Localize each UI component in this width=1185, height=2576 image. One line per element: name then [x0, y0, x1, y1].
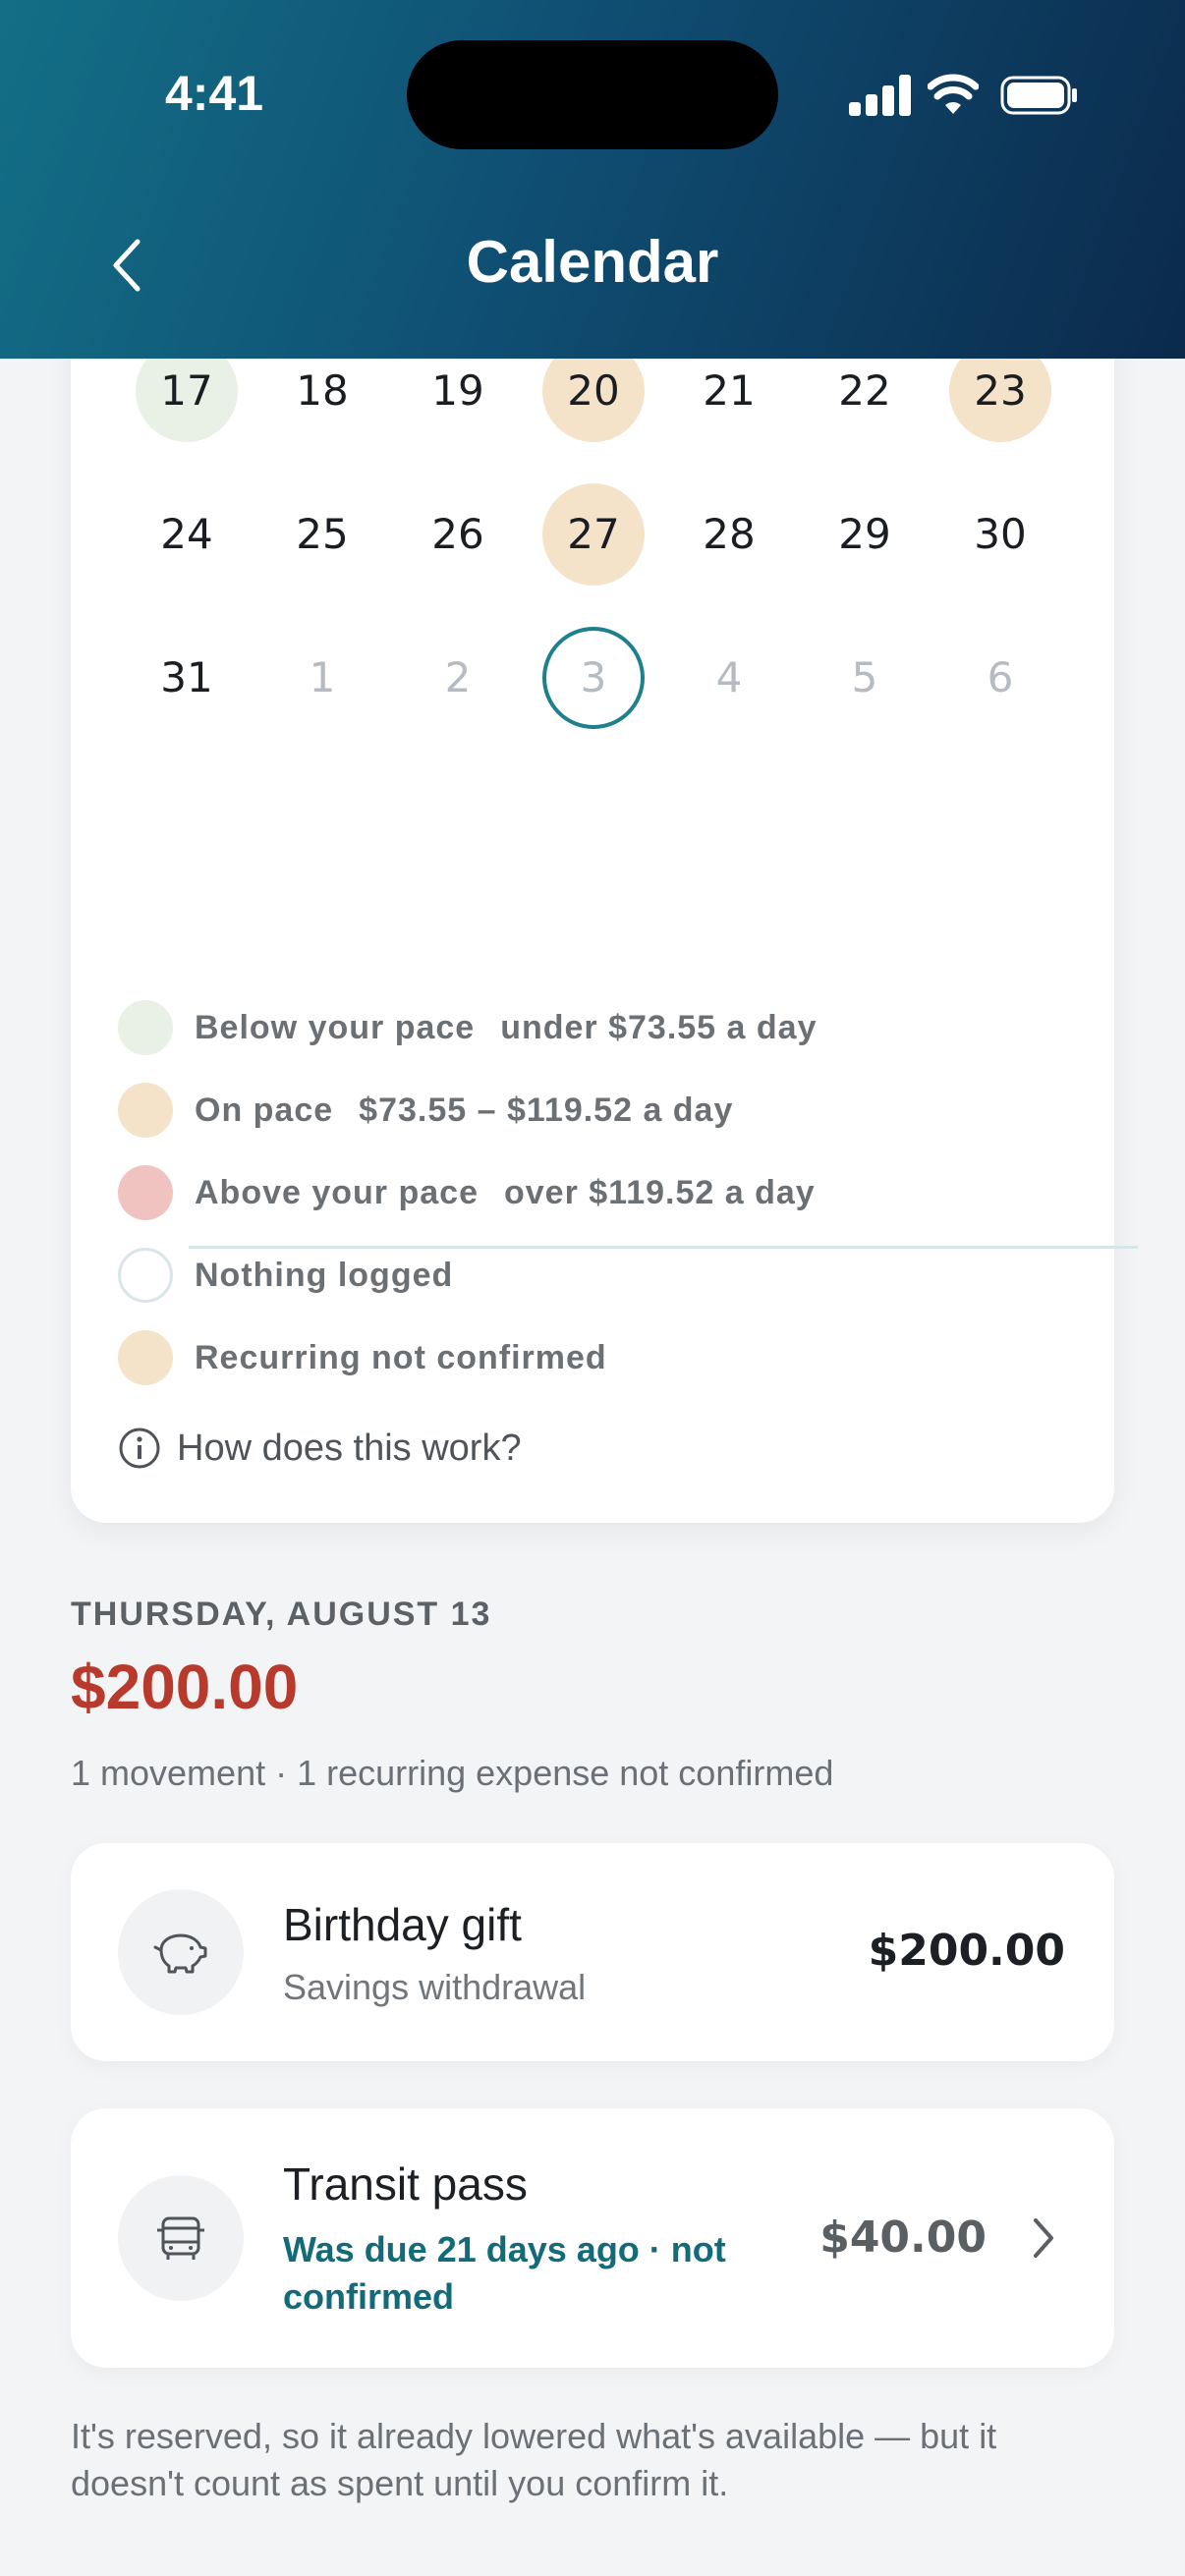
transaction-title: Transit pass [283, 2158, 528, 2210]
calendar-day-30[interactable]: 30 [949, 483, 1051, 586]
transaction-amount: $40.00 [819, 2212, 987, 2263]
legend-label: Above your pace [195, 1173, 479, 1211]
legend-item-none: Nothing logged [118, 1248, 453, 1303]
transaction-amount: $200.00 [868, 1926, 1065, 1976]
legend-item-above: Above your pace over $119.52 a day [118, 1165, 816, 1220]
transaction-card-birthday-gift[interactable]: Birthday gift Savings withdrawal $200.00 [71, 1843, 1114, 2061]
transaction-card-transit-pass[interactable]: Transit pass Was due 21 days ago · not c… [71, 2108, 1114, 2368]
legend-range: under $73.55 a day [500, 1008, 818, 1046]
legend-dot [118, 1083, 173, 1138]
calendar-day-26[interactable]: 26 [407, 483, 509, 586]
legend-range: $73.55 – $119.52 a day [359, 1091, 734, 1129]
calendar-day-2[interactable]: 2 [407, 627, 509, 729]
calendar-day-29[interactable]: 29 [814, 483, 916, 586]
top-header: 4:41 Calendar [0, 0, 1185, 359]
legend-item-onpace: Recurring not confirmed [118, 1330, 607, 1385]
calendar-day-27[interactable]: 27 [542, 483, 645, 586]
legend-label: On pace [195, 1091, 334, 1129]
day-summary: 1 movement · 1 recurring expense not con… [71, 1753, 834, 1793]
how-it-works-label: How does this work? [177, 1427, 522, 1469]
status-time: 4:41 [165, 66, 264, 121]
how-it-works-link[interactable]: How does this work? [118, 1427, 522, 1470]
calendar-day-24[interactable]: 24 [136, 483, 238, 586]
legend-dot [118, 1330, 173, 1385]
legend-item-onpace: On pace $73.55 – $119.52 a day [118, 1083, 733, 1138]
legend-dot [118, 1165, 173, 1220]
cellular-signal-icon [849, 75, 911, 116]
reserved-note: It's reserved, so it already lowered wha… [71, 2416, 997, 2503]
bus-icon [118, 2175, 244, 2301]
calendar-day-6[interactable]: 6 [949, 627, 1051, 729]
calendar-grid: 1011121314151617181920212223242526272829… [71, 187, 1114, 845]
legend-label: Nothing logged [195, 1256, 454, 1294]
transaction-title: Birthday gift [283, 1899, 522, 1950]
selected-date-label: THURSDAY, AUGUST 13 [71, 1596, 492, 1633]
legend-dot [118, 1000, 173, 1055]
info-icon [119, 1428, 160, 1469]
legend-label: Below your pace [195, 1008, 476, 1046]
legend-range: over $119.52 a day [503, 1173, 816, 1211]
legend-label: Recurring not confirmed [195, 1338, 607, 1376]
battery-icon [1000, 76, 1077, 115]
chevron-right-icon [1034, 2218, 1053, 2258]
calendar-day-5[interactable]: 5 [814, 627, 916, 729]
calendar-day-1[interactable]: 1 [271, 627, 373, 729]
dynamic-island [407, 40, 778, 149]
calendar-day-4[interactable]: 4 [678, 627, 780, 729]
page-title: Calendar [466, 229, 719, 295]
calendar-card: 1011121314151617181920212223242526272829… [71, 187, 1138, 1523]
legend-item-below: Below your pace under $73.55 a day [118, 1000, 817, 1055]
calendar-day-31[interactable]: 31 [136, 627, 238, 729]
calendar-day-25[interactable]: 25 [271, 483, 373, 586]
day-total-amount: $200.00 [71, 1652, 299, 1722]
calendar-day-28[interactable]: 28 [678, 483, 780, 586]
calendar-day-3[interactable]: 3 [542, 627, 645, 729]
transaction-due-warning: Was due 21 days ago · not confirmed [283, 2229, 726, 2317]
legend-dot [118, 1248, 173, 1303]
transaction-subtitle: Savings withdrawal [283, 1967, 587, 2007]
piggy-bank-icon [118, 1889, 244, 2015]
wifi-icon [928, 74, 979, 114]
